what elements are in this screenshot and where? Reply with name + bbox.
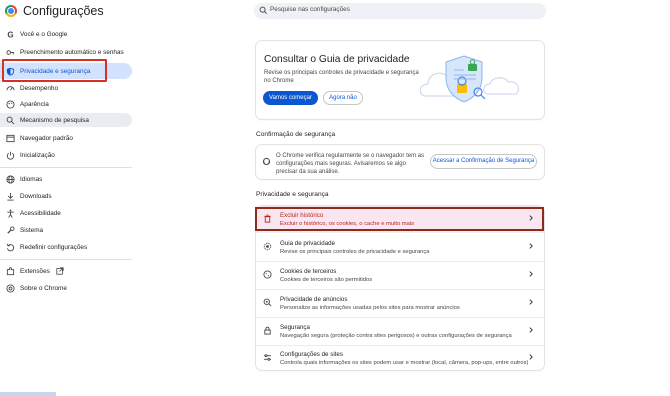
sidebar-item-system[interactable]: Sistema — [0, 223, 132, 237]
sidebar-item-accessibility[interactable]: Acessibilidade — [0, 206, 132, 220]
sidebar-item-languages[interactable]: Idiomas — [0, 172, 132, 186]
go-to-safety-check-button[interactable]: Acessar a Confirmação de Segurança — [430, 154, 537, 169]
sidebar-item-performance[interactable]: Desempenho — [0, 81, 132, 95]
safety-check-heading: Confirmação de segurança — [256, 131, 336, 138]
privacy-guide-icon — [263, 242, 272, 251]
sidebar-item-default-browser[interactable]: Navegador padrão — [0, 131, 132, 145]
lock-icon — [264, 326, 271, 335]
annotation-highlight-sidebar — [2, 59, 107, 82]
chevron-right-icon — [529, 299, 533, 305]
search-placeholder: Pesquise nas configurações — [270, 6, 350, 13]
sidebar-item-search-engine[interactable]: Mecanismo de pesquisa — [0, 113, 132, 127]
row-divider — [256, 232, 544, 233]
safety-shield-icon — [262, 157, 271, 166]
chevron-right-icon — [529, 354, 533, 360]
google-g-icon: G — [0, 30, 20, 38]
security-row[interactable]: Segurança Navegação segura (proteção con… — [256, 318, 544, 344]
annotation-highlight-clear-data — [255, 207, 544, 231]
privacy-guide-title: Consultar o Guia de privacidade — [264, 54, 410, 65]
download-icon — [0, 192, 20, 201]
power-icon — [0, 151, 20, 160]
sidebar-item-appearance[interactable]: Aparência — [0, 97, 132, 111]
search-input[interactable]: Pesquise nas configurações — [254, 3, 546, 19]
sliders-icon — [263, 354, 272, 361]
search-icon — [259, 6, 268, 15]
privacy-guide-description: Revise os principais controles de privac… — [264, 70, 419, 84]
cookie-icon — [263, 270, 272, 279]
safety-check-description: O Chrome verifica regularmente se o nave… — [276, 153, 425, 175]
top-bar: Configurações Pesquise nas configurações — [0, 0, 670, 24]
external-link-icon — [56, 262, 64, 280]
sidebar-item-extensions[interactable]: Extensões — [0, 264, 132, 278]
privacy-section-heading: Privacidade e segurança — [256, 191, 329, 198]
reset-icon — [0, 243, 20, 252]
accessibility-icon — [0, 209, 20, 218]
sidebar-item-startup[interactable]: Inicialização — [0, 148, 132, 162]
third-party-cookies-row[interactable]: Cookies de terceiros Cookies de terceiro… — [256, 262, 544, 288]
globe-icon — [0, 174, 20, 184]
sidebar-item-downloads[interactable]: Downloads — [0, 189, 132, 203]
ad-privacy-row[interactable]: Privacidade de anúncios Personalize as i… — [256, 290, 544, 316]
start-privacy-guide-button[interactable]: Vamos começar — [263, 91, 318, 105]
speedometer-icon — [0, 84, 20, 93]
sidebar-item-you-and-google[interactable]: G Você e o Google — [0, 27, 132, 41]
search-icon — [0, 116, 20, 125]
chrome-logo-icon — [5, 5, 17, 17]
sidebar-divider — [0, 167, 132, 168]
palette-icon — [0, 99, 20, 109]
status-bar-fragment — [0, 392, 56, 396]
sidebar-item-about-chrome[interactable]: Sobre o Chrome — [0, 281, 132, 295]
site-settings-row[interactable]: Configurações de sites Controla quais in… — [256, 345, 544, 371]
ad-privacy-icon — [263, 298, 272, 307]
puzzle-icon — [0, 266, 20, 276]
chevron-right-icon — [529, 271, 533, 277]
browser-icon — [0, 134, 20, 143]
privacy-guide-row[interactable]: Guia de privacidade Revise os principais… — [256, 234, 544, 260]
chrome-icon — [0, 283, 20, 293]
not-now-button[interactable]: Agora não — [323, 91, 363, 105]
wrench-icon — [0, 225, 20, 235]
privacy-guide-illustration — [419, 55, 519, 103]
svg-text:G: G — [7, 30, 13, 38]
chevron-right-icon — [529, 243, 533, 249]
key-icon — [0, 48, 20, 57]
sidebar-divider — [0, 259, 132, 260]
page-title: Configurações — [23, 4, 104, 18]
sidebar-item-reset[interactable]: Redefinir configurações — [0, 240, 132, 254]
chevron-right-icon — [529, 327, 533, 333]
